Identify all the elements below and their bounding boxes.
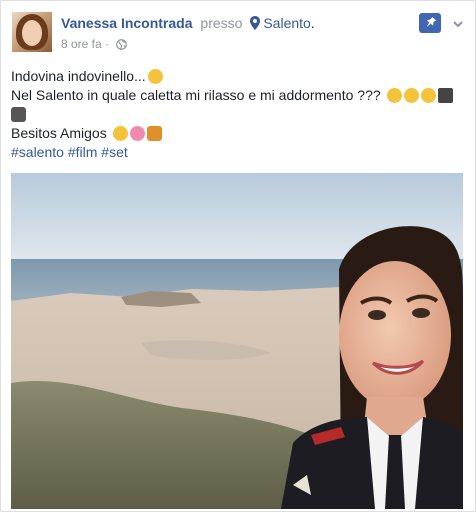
text-line-2: Nel Salento in quale caletta mi rilasso … xyxy=(11,86,467,105)
author-name[interactable]: Vanessa Incontrada xyxy=(61,15,193,31)
presso-label: presso xyxy=(200,15,243,31)
hashtag-film[interactable]: #film xyxy=(68,144,98,160)
clapper-board-emoji-icon xyxy=(437,88,453,103)
thinking-face-emoji-icon xyxy=(147,69,163,84)
smiling-face-emoji-icon xyxy=(420,88,436,103)
pushpin-icon xyxy=(426,17,437,27)
post-meta: 8 ore fa · xyxy=(61,37,128,51)
post-text: Indovina indovinello... Nel Salento in q… xyxy=(11,67,467,162)
text-line-3: Besitos Amigos xyxy=(11,124,467,143)
hashtag-salento[interactable]: #salento xyxy=(11,144,64,160)
post-text-line: Indovina indovinello... xyxy=(11,68,146,84)
kissing-face-emoji-icon xyxy=(112,126,128,141)
place-link[interactable]: Salento xyxy=(263,15,310,31)
cherry-blossom-emoji-icon xyxy=(129,126,145,141)
hashtags-line: #salento #film #set xyxy=(11,143,467,162)
text-line-camera xyxy=(11,105,467,124)
meta-separator: · xyxy=(105,37,110,51)
post-timestamp[interactable]: 8 ore fa xyxy=(61,37,102,51)
post-photo[interactable] xyxy=(11,173,463,509)
post-text-line: Nel Salento in quale caletta mi rilasso … xyxy=(11,87,381,103)
photo-eye-right xyxy=(412,308,430,318)
photo-face xyxy=(339,261,451,409)
hashtag-set[interactable]: #set xyxy=(101,144,127,160)
avatar-face xyxy=(22,20,42,46)
grimacing-face-emoji-icon xyxy=(403,88,419,103)
movie-camera-emoji-icon xyxy=(11,107,26,122)
post-text-line: Besitos Amigos xyxy=(11,125,107,141)
post-header: Vanessa Incontrada presso Salento. xyxy=(61,15,315,31)
text-line-1: Indovina indovinello... xyxy=(11,67,467,86)
pin-post-button[interactable] xyxy=(419,13,441,33)
sleeping-face-emoji-icon xyxy=(386,88,402,103)
globe-icon[interactable] xyxy=(116,39,128,50)
location-pin-icon xyxy=(250,16,261,30)
chevron-down-icon[interactable] xyxy=(451,17,465,31)
author-avatar[interactable] xyxy=(12,12,52,52)
photo-eye-left xyxy=(368,310,386,320)
butterfly-emoji-icon xyxy=(146,126,162,141)
post-card: Vanessa Incontrada presso Salento. 8 ore… xyxy=(0,0,476,512)
